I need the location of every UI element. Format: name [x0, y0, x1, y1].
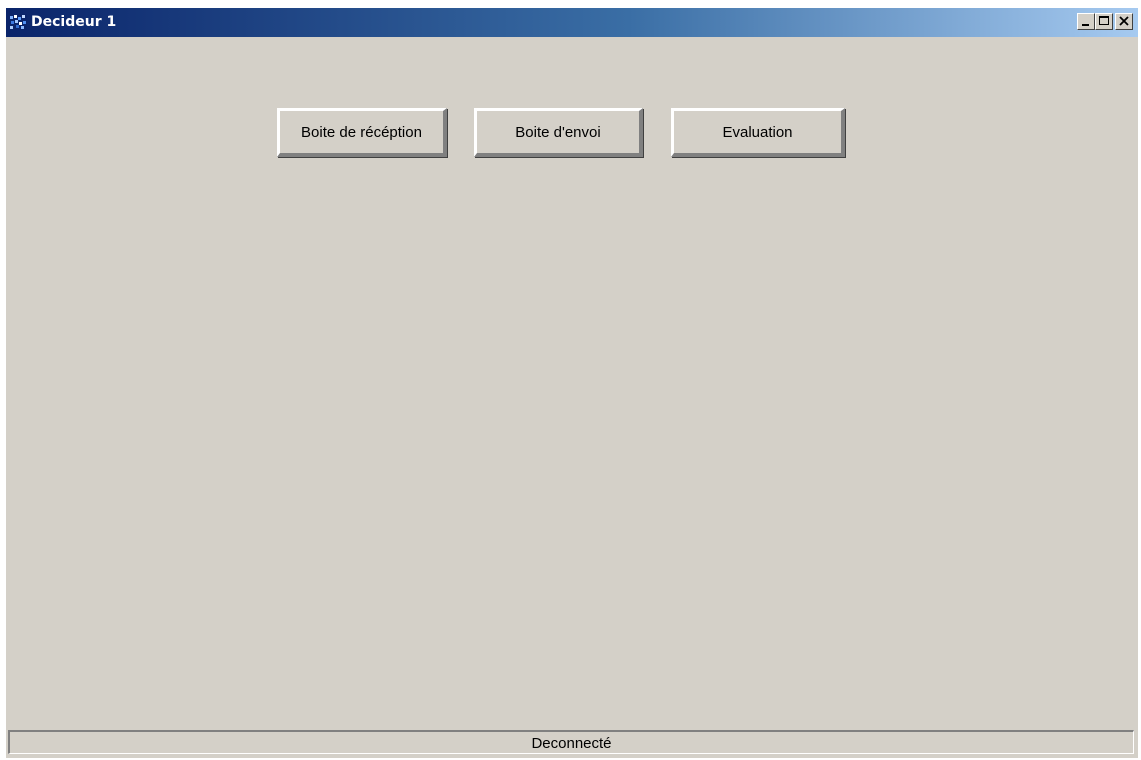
minimize-icon	[1082, 24, 1089, 26]
close-button[interactable]	[1115, 13, 1133, 30]
evaluation-button[interactable]: Evaluation	[671, 108, 845, 157]
minimize-button[interactable]	[1077, 13, 1095, 30]
status-bar: Deconnecté	[8, 730, 1134, 754]
maximize-icon	[1099, 16, 1109, 25]
title-bar[interactable]: Decideur 1	[6, 8, 1138, 37]
window-title: Decideur 1	[31, 14, 117, 30]
connection-status: Deconnecté	[531, 735, 612, 752]
title-controls	[1077, 13, 1133, 31]
app-grid-icon	[9, 14, 27, 30]
maximize-button[interactable]	[1095, 13, 1113, 30]
outbox-button[interactable]: Boite d'envoi	[474, 108, 643, 157]
close-icon	[1119, 16, 1129, 26]
inbox-button[interactable]: Boite de récéption	[277, 108, 447, 157]
main-window: Decideur 1 Boite de récéption Boite d'en…	[6, 8, 1138, 758]
